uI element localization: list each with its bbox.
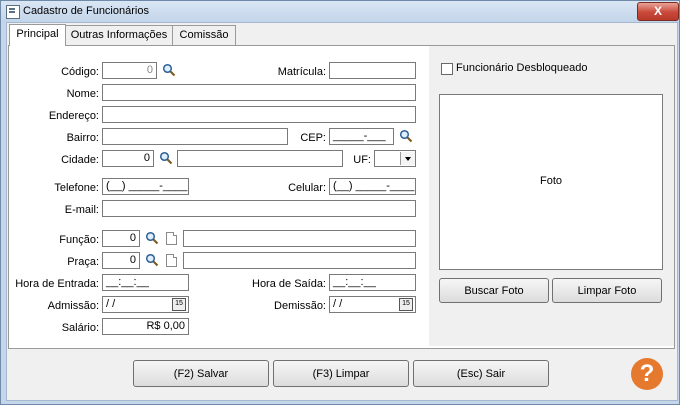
search-cidade-icon[interactable]	[159, 151, 173, 165]
hora-entrada-input[interactable]: __:__:__	[102, 274, 189, 291]
window-title: Cadastro de Funcionários	[23, 5, 149, 17]
search-codigo-icon[interactable]	[162, 63, 176, 77]
photo-panel: Funcionário Desbloqueado Foto Buscar Fot…	[429, 46, 674, 346]
salario-input[interactable]: R$ 0,00	[102, 318, 189, 335]
new-funcao-icon[interactable]	[166, 232, 177, 245]
telefone-input[interactable]: (__) _____-____	[102, 178, 189, 195]
hora-entrada-label: Hora de Entrada:	[15, 278, 99, 290]
celular-label: Celular:	[288, 182, 326, 194]
tab-outras-informacoes[interactable]: Outras Informações	[65, 25, 173, 45]
hora-saida-input[interactable]: __:__:__	[329, 274, 416, 291]
bottom-bar: (F2) Salvar (F3) Limpar (Esc) Sair ?	[7, 348, 677, 400]
tab-panel-principal: Código: 0 Matrícula: Nome: Endereço: Bai…	[8, 45, 675, 349]
hora-saida-label: Hora de Saída:	[252, 278, 326, 290]
codigo-input[interactable]: 0	[102, 62, 157, 79]
nome-input[interactable]	[102, 84, 416, 101]
telefone-label: Telefone:	[54, 182, 99, 194]
celular-input[interactable]: (__) _____-____	[329, 178, 416, 195]
limpar-foto-button[interactable]: Limpar Foto	[552, 278, 662, 303]
endereco-label: Endereço:	[48, 110, 99, 122]
email-label: E-mail:	[64, 204, 99, 216]
matricula-input[interactable]	[329, 62, 416, 79]
sair-button[interactable]: (Esc) Sair	[413, 360, 549, 387]
admissao-value: / /	[106, 298, 116, 310]
search-cep-icon[interactable]	[399, 129, 413, 143]
buscar-foto-button[interactable]: Buscar Foto	[439, 278, 549, 303]
cep-label: CEP:	[300, 132, 326, 144]
uf-label: UF:	[353, 154, 371, 166]
new-praca-icon[interactable]	[166, 254, 177, 267]
close-button[interactable]: X	[637, 2, 679, 21]
client-area: Principal Outras Informações Comissão Có…	[6, 22, 678, 401]
praca-code-input[interactable]: 0	[102, 252, 140, 269]
app-icon	[6, 5, 20, 19]
codigo-label: Código:	[61, 66, 99, 78]
admissao-input[interactable]: / / 15	[102, 296, 189, 313]
calendar-icon[interactable]: 15	[172, 298, 186, 311]
chevron-down-icon[interactable]	[400, 152, 415, 165]
salvar-button[interactable]: (F2) Salvar	[133, 360, 269, 387]
praca-desc-input[interactable]	[183, 252, 416, 269]
cidade-label: Cidade:	[61, 154, 99, 166]
title-bar: Cadastro de Funcionários X	[1, 1, 679, 22]
photo-frame: Foto	[439, 94, 663, 270]
admissao-label: Admissão:	[47, 300, 99, 312]
matricula-label: Matrícula:	[277, 66, 326, 78]
demissao-value: / /	[333, 298, 343, 310]
funcao-code-input[interactable]: 0	[102, 230, 140, 247]
main-window: Cadastro de Funcionários X Principal Out…	[0, 0, 680, 405]
search-praca-icon[interactable]	[145, 253, 159, 267]
desbloqueado-label: Funcionário Desbloqueado	[456, 62, 588, 74]
demissao-input[interactable]: / / 15	[329, 296, 416, 313]
bairro-label: Bairro:	[66, 132, 99, 144]
salario-label: Salário:	[61, 322, 99, 334]
cep-input[interactable]: _____-___	[329, 128, 394, 145]
nome-label: Nome:	[66, 88, 99, 100]
demissao-label: Demissão:	[274, 300, 326, 312]
funcao-label: Função:	[59, 234, 99, 246]
tab-comissao[interactable]: Comissão	[172, 25, 236, 45]
cidade-code-input[interactable]: 0	[102, 150, 154, 167]
search-funcao-icon[interactable]	[145, 231, 159, 245]
calendar-icon[interactable]: 15	[399, 298, 413, 311]
tab-principal[interactable]: Principal	[9, 24, 66, 46]
help-icon[interactable]: ?	[631, 358, 663, 390]
praca-label: Praça:	[67, 256, 99, 268]
bairro-input[interactable]	[102, 128, 288, 145]
email-input[interactable]	[102, 200, 416, 217]
endereco-input[interactable]	[102, 106, 416, 123]
desbloqueado-checkbox[interactable]	[441, 63, 453, 75]
cidade-name-input[interactable]	[177, 150, 343, 167]
uf-select[interactable]	[374, 150, 416, 167]
funcao-desc-input[interactable]	[183, 230, 416, 247]
limpar-button[interactable]: (F3) Limpar	[273, 360, 409, 387]
photo-placeholder-label: Foto	[539, 175, 562, 187]
